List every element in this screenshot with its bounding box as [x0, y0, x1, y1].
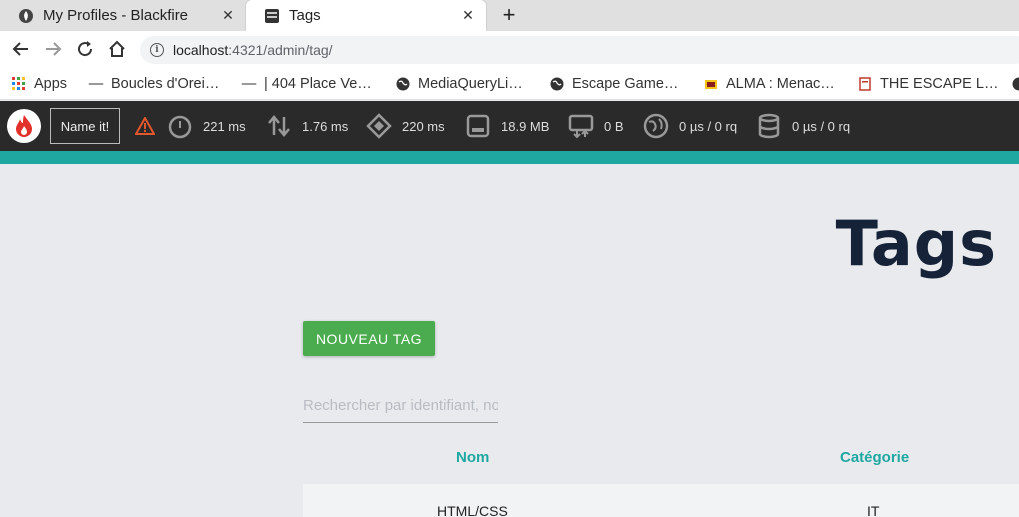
tab-title: My Profiles - Blackfire [43, 7, 189, 24]
globe-icon [1012, 77, 1019, 91]
stopwatch-icon [167, 113, 193, 139]
bookmark-alma[interactable]: ALMA : Menac… [704, 74, 835, 94]
page-title: Tags [835, 207, 997, 280]
globe-icon [396, 77, 410, 91]
bookmark-escape-game[interactable]: Escape Game… [550, 74, 678, 94]
new-tag-button[interactable]: NOUVEAU TAG [303, 321, 435, 356]
metric-wall-time[interactable]: 221 ms [167, 112, 246, 140]
bookmark-the-escape[interactable]: THE ESCAPE L… [858, 74, 998, 94]
bookmark-overflow-icon[interactable] [1012, 74, 1019, 94]
site-info-icon[interactable]: i [150, 43, 164, 57]
site-icon [704, 77, 718, 91]
http-globe-icon [643, 113, 669, 139]
name-it-button[interactable]: Name it! [50, 108, 120, 144]
apps-grid-icon [12, 77, 26, 91]
blackfire-logo-icon[interactable] [7, 109, 41, 143]
table-row[interactable] [303, 484, 1019, 517]
bookmark-mediaquery[interactable]: MediaQueryLi… [396, 74, 523, 94]
table-cell-nom: HTML/CSS [437, 503, 508, 517]
warning-icon[interactable] [132, 112, 168, 140]
metric-http[interactable]: 0 µs / 0 rq [643, 112, 737, 140]
globe-icon [550, 77, 564, 91]
forward-icon[interactable] [43, 39, 63, 59]
metric-io[interactable]: 1.76 ms [266, 112, 348, 140]
tab-my-profiles[interactable]: My Profiles - Blackfire ✕ [0, 0, 246, 31]
bookmark-boucles[interactable]: — Boucles d'Orei… [88, 74, 220, 94]
bookmarks-bar: Apps — Boucles d'Orei… — | 404 Place Ve…… [0, 68, 1019, 100]
dash-icon: — [88, 76, 104, 92]
tab-strip: My Profiles - Blackfire ✕ Tags ✕ + [0, 0, 1019, 31]
cpu-icon [366, 113, 392, 139]
back-icon[interactable] [11, 39, 31, 59]
network-icon [568, 113, 594, 139]
url-text: localhost:4321/admin/tag/ [173, 42, 333, 58]
memory-icon [465, 113, 491, 139]
site-favicon-icon [264, 8, 280, 24]
column-header-nom[interactable]: Nom [456, 449, 489, 466]
bookmark-doc-icon [858, 77, 872, 91]
close-tab-icon[interactable]: ✕ [220, 7, 236, 23]
column-header-categorie[interactable]: Catégorie [840, 449, 909, 466]
table-cell-categorie: IT [867, 503, 880, 517]
tab-title: Tags [289, 7, 321, 24]
bookmark-404[interactable]: — | 404 Place Ve… [242, 74, 372, 94]
close-tab-icon[interactable]: ✕ [460, 7, 476, 23]
io-arrows-icon [266, 113, 292, 139]
metric-memory[interactable]: 18.9 MB [465, 112, 549, 140]
blackfire-favicon-icon [18, 8, 34, 24]
metric-sql[interactable]: 0 µs / 0 rq [756, 112, 850, 140]
home-icon[interactable] [107, 39, 127, 59]
header-accent-bar [0, 151, 1019, 164]
database-icon [756, 113, 782, 139]
blackfire-toolbar: Name it! 221 ms 1.76 ms 220 ms 18.9 MB 0… [0, 101, 1019, 151]
new-tab-button[interactable]: + [498, 4, 520, 26]
browser-toolbar: i localhost:4321/admin/tag/ [0, 31, 1019, 68]
search-input[interactable] [303, 388, 498, 423]
reload-icon[interactable] [75, 39, 95, 59]
tab-tags[interactable]: Tags ✕ [246, 0, 486, 31]
dash-icon: — [241, 76, 257, 92]
address-bar[interactable]: i localhost:4321/admin/tag/ [140, 36, 1019, 64]
bookmark-apps[interactable]: Apps [12, 74, 67, 94]
metric-cpu[interactable]: 220 ms [366, 112, 445, 140]
metric-network[interactable]: 0 B [568, 112, 624, 140]
